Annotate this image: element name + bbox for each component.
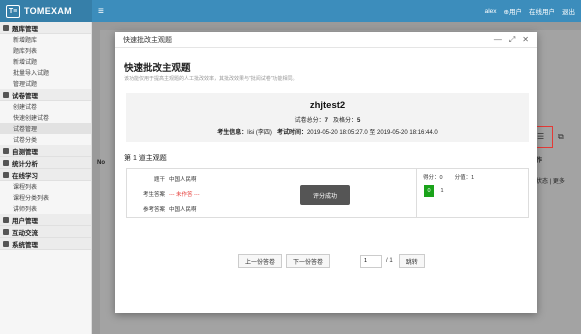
sidebar-group-label: 在线学习 bbox=[12, 172, 38, 180]
sidebar-item[interactable]: 快速创建试卷 bbox=[0, 112, 91, 123]
stem-text: 中国人民啊 bbox=[169, 176, 197, 183]
reference-text: 中国人民啊 bbox=[169, 206, 197, 213]
reference-row: 参考答案 中国人民啊 bbox=[127, 201, 417, 216]
maximize-icon[interactable]: ⤢ bbox=[509, 35, 515, 45]
sidebar-group[interactable]: 互动交流 bbox=[0, 226, 91, 238]
topbar-link-online[interactable]: 在线用户 bbox=[529, 6, 555, 16]
next-answer-button[interactable]: 下一份答卷 bbox=[286, 254, 331, 268]
sidebar-group[interactable]: 系统管理 bbox=[0, 238, 91, 250]
sidebar-item[interactable]: 讲师列表 bbox=[0, 203, 91, 214]
sidebar-group-label: 系统管理 bbox=[12, 241, 38, 249]
score-label: 试卷总分： bbox=[294, 118, 325, 124]
sidebar-group-label: 统计分析 bbox=[12, 160, 38, 168]
sidebar-item[interactable]: 新增题库 bbox=[0, 34, 91, 45]
group-icon bbox=[3, 228, 9, 235]
dialog-subtitle: 该功能仅用于提高主观题的人工批改效率，其批改效果与"批阅试卷"功能相同。 bbox=[124, 76, 298, 82]
dialog-header-title: 快速批改主观题 bbox=[123, 36, 172, 44]
stem-label: 题干 bbox=[153, 176, 165, 183]
sidebar-item[interactable]: 批量导入试题 bbox=[0, 67, 91, 78]
sidebar-group-label: 互动交流 bbox=[12, 229, 38, 237]
exam-time-label: 考试时间： bbox=[276, 130, 307, 136]
logo-mark: T≡ bbox=[6, 4, 20, 18]
candidate-info: lisi (李四) bbox=[247, 130, 272, 136]
group-icon bbox=[3, 159, 9, 166]
dialog-title: 快速批改主观题 bbox=[124, 63, 191, 74]
score-option-0[interactable]: 0 bbox=[424, 185, 434, 197]
group-icon bbox=[3, 171, 9, 178]
prev-answer-button[interactable]: 上一份答卷 bbox=[238, 254, 283, 268]
menu-toggle-icon[interactable]: ≡ bbox=[98, 6, 104, 17]
score-got: 得分：0 bbox=[423, 175, 443, 181]
candidate-info-line: 考生信息：lisi (李四) 考试时间：2019-05-20 18:05:27.… bbox=[126, 127, 529, 136]
background-column-header: No bbox=[97, 160, 105, 166]
jump-button[interactable]: 跳转 bbox=[398, 254, 425, 268]
sidebar: 题库管理 新增题库 题库列表 新增试题 批量导入试题 管理试题 试卷管理 创建试卷 快速创建试卷… bbox=[0, 22, 92, 334]
topbar-link-user[interactable]: ⊕用户 bbox=[504, 6, 522, 16]
sidebar-group-label: 题库管理 bbox=[12, 25, 38, 33]
pass-label: 及格分： bbox=[333, 118, 358, 124]
exam-summary: zhjtest2 试卷总分：7 及格分：5 考生信息：lisi (李四) 考试时… bbox=[126, 93, 529, 142]
sidebar-group-label: 自测管理 bbox=[12, 148, 38, 156]
page-number-input[interactable] bbox=[360, 254, 383, 268]
candidate-info-label: 考生信息： bbox=[217, 130, 248, 136]
sidebar-item[interactable]: 课程列表 bbox=[0, 181, 91, 192]
score-total: 7 bbox=[324, 118, 328, 124]
answer-label: 考生答案 bbox=[142, 191, 165, 198]
sidebar-item[interactable]: 题库列表 bbox=[0, 45, 91, 56]
question-content: 题干 中国人民啊 考生答案 --- 未作答 --- 参考答案 中国人民啊 bbox=[127, 169, 417, 217]
topbar-link-logout[interactable]: 退出 bbox=[562, 6, 575, 16]
sidebar-group-label: 用户管理 bbox=[12, 217, 38, 225]
sidebar-item[interactable]: 试卷管理 bbox=[0, 123, 91, 134]
sidebar-item[interactable]: 新增试题 bbox=[0, 56, 91, 67]
dialog-controls: — ⤢ ✕ bbox=[494, 35, 529, 45]
sidebar-item[interactable]: 管理试题 bbox=[0, 78, 91, 89]
close-icon[interactable]: ✕ bbox=[522, 35, 529, 45]
copy-icon[interactable]: ⧉ bbox=[558, 132, 564, 142]
group-icon bbox=[3, 216, 9, 223]
app-logo[interactable]: T≡ TOMEXAM bbox=[0, 0, 92, 22]
top-navbar: T≡ TOMEXAM ≡ alex ⊕用户 在线用户 退出 bbox=[0, 0, 581, 22]
answer-row: 考生答案 --- 未作答 --- bbox=[127, 186, 417, 201]
candidate-username: zhjtest2 bbox=[309, 100, 346, 111]
group-icon bbox=[3, 24, 9, 31]
score-option-1[interactable]: 1 bbox=[437, 185, 447, 197]
page-total: / 1 bbox=[386, 258, 393, 264]
sidebar-group[interactable]: 统计分析 bbox=[0, 157, 91, 169]
current-user[interactable]: alex bbox=[485, 8, 497, 15]
dialog-header: 快速批改主观题 bbox=[115, 32, 537, 48]
group-icon bbox=[3, 91, 9, 98]
score-head: 得分：0 分值：1 bbox=[423, 173, 474, 181]
answer-pager: 上一份答卷 下一份答卷 / 1 跳转 bbox=[238, 254, 425, 268]
app-name: TOMEXAM bbox=[24, 6, 72, 16]
sidebar-group-label: 试卷管理 bbox=[12, 92, 38, 100]
minimize-icon[interactable]: — bbox=[494, 35, 502, 45]
sidebar-group[interactable]: 试卷管理 bbox=[0, 89, 91, 101]
sidebar-group[interactable]: 自测管理 bbox=[0, 145, 91, 157]
group-icon bbox=[3, 147, 9, 154]
stem-row: 题干 中国人民啊 bbox=[127, 171, 417, 186]
sidebar-group[interactable]: 题库管理 bbox=[0, 22, 91, 34]
sidebar-item[interactable]: 课程分类列表 bbox=[0, 192, 91, 203]
success-toast: 评分成功 bbox=[300, 185, 350, 205]
sidebar-group[interactable]: 在线学习 bbox=[0, 169, 91, 181]
sidebar-item[interactable]: 试卷分类 bbox=[0, 134, 91, 145]
question-title: 第 1 道主观题 bbox=[124, 155, 167, 162]
quick-grade-dialog: 快速批改主观题 — ⤢ ✕ 快速批改主观题 该功能仅用于提高主观题的人工批改效率… bbox=[115, 32, 537, 313]
exam-time: 2019-05-20 18:05:27.0 至 2019-05-20 18:16… bbox=[306, 130, 438, 136]
group-icon bbox=[3, 240, 9, 247]
pass-score: 5 bbox=[357, 118, 361, 124]
sidebar-item[interactable]: 创建试卷 bbox=[0, 101, 91, 112]
background-op-links[interactable]: 状态 | 更多 bbox=[536, 176, 565, 185]
score-line: 试卷总分：7 及格分：5 bbox=[126, 115, 529, 124]
answer-text: --- 未作答 --- bbox=[169, 191, 200, 198]
score-max: 分值：1 bbox=[454, 175, 475, 181]
reference-label: 参考答案 bbox=[142, 206, 165, 213]
score-panel: 得分：0 分值：1 0 1 bbox=[419, 169, 529, 217]
sidebar-group[interactable]: 用户管理 bbox=[0, 214, 91, 226]
dialog-body: 快速批改主观题 该功能仅用于提高主观题的人工批改效率，其批改效果与"批阅试卷"功… bbox=[115, 49, 537, 313]
